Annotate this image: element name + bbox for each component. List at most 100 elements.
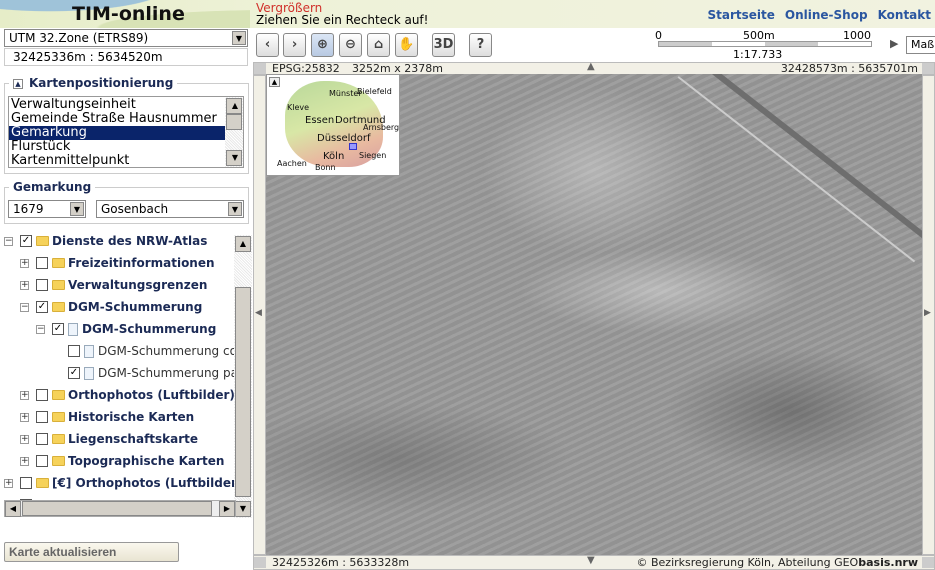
link-kontakt[interactable]: Kontakt bbox=[878, 8, 931, 22]
list-item[interactable]: Flurstück bbox=[9, 140, 243, 154]
scroll-thumb[interactable] bbox=[22, 501, 212, 516]
expand-icon[interactable]: + bbox=[20, 434, 29, 444]
expand-icon[interactable]: + bbox=[20, 456, 29, 466]
expand-icon[interactable]: + bbox=[20, 390, 29, 400]
layer-checkbox[interactable]: ✓ bbox=[20, 235, 32, 247]
refresh-map-button[interactable]: Karte aktualisieren bbox=[4, 542, 179, 562]
tree-node[interactable]: + Freizeitinformationen bbox=[20, 254, 215, 272]
list-item-selected[interactable]: Gemarkung bbox=[9, 126, 225, 140]
scroll-up-icon[interactable]: ▲ bbox=[235, 236, 251, 252]
expand-icon[interactable]: + bbox=[20, 412, 29, 422]
chevron-right-icon: › bbox=[291, 37, 298, 52]
pan-button[interactable]: ✋ bbox=[395, 33, 418, 57]
tree-node[interactable]: − ✓ DGM-Schummerung bbox=[36, 320, 216, 338]
scroll-right-icon[interactable]: ▶ bbox=[219, 501, 235, 517]
collapse-icon[interactable]: − bbox=[36, 324, 45, 334]
tree-node-label: Topographische Karten bbox=[68, 454, 225, 468]
3d-button[interactable]: 3D bbox=[432, 33, 455, 57]
layer-icon bbox=[84, 344, 94, 358]
map-bottom-left-coord: 32425326m : 5633328m bbox=[272, 556, 410, 569]
tree-node[interactable]: + Verwaltungsgrenzen bbox=[20, 276, 207, 294]
layer-checkbox[interactable]: ✓ bbox=[36, 301, 48, 313]
coordinate-field[interactable]: 32425336m : 5634520m bbox=[4, 48, 248, 66]
expand-icon[interactable]: + bbox=[20, 280, 29, 290]
home-button[interactable]: ⌂ bbox=[367, 33, 390, 57]
overview-city-label: Kleve bbox=[287, 103, 310, 112]
forward-button[interactable]: › bbox=[283, 33, 306, 57]
pan-northeast-icon[interactable] bbox=[922, 63, 934, 74]
link-startseite[interactable]: Startseite bbox=[708, 8, 775, 22]
expand-icon[interactable]: + bbox=[20, 258, 29, 268]
zoom-in-button[interactable]: ⊕ bbox=[311, 33, 334, 57]
tree-node[interactable]: + Orthophotos (Luftbilder) bbox=[20, 386, 235, 404]
tree-node[interactable]: DGM-Schummerung co bbox=[68, 342, 237, 360]
measure-select[interactable]: Maß bbox=[906, 36, 935, 54]
map-road bbox=[677, 74, 922, 263]
help-button[interactable]: ? bbox=[469, 33, 492, 57]
magnifier-minus-icon: ⊖ bbox=[345, 37, 356, 52]
pan-southwest-icon[interactable] bbox=[254, 557, 266, 568]
layer-checkbox[interactable] bbox=[36, 411, 48, 423]
list-scrollbar[interactable]: ▲ ▼ bbox=[225, 97, 243, 167]
tree-horizontal-scrollbar[interactable]: ◀ ▶ bbox=[4, 500, 236, 517]
overview-city-label: Bielefeld bbox=[357, 87, 392, 96]
tree-node[interactable]: + [€] Orthophotos (Luftbilder bbox=[4, 474, 237, 492]
pan-east-icon[interactable]: ▶ bbox=[924, 308, 931, 318]
gemarkung-name-select[interactable]: Gosenbach ▼ bbox=[96, 200, 244, 218]
scroll-thumb[interactable] bbox=[226, 114, 242, 130]
positioning-title: Kartenpositionierung bbox=[29, 76, 174, 90]
expand-arrow-icon[interactable]: ▶ bbox=[890, 37, 898, 50]
layer-checkbox[interactable] bbox=[20, 477, 32, 489]
collapse-icon[interactable]: − bbox=[20, 302, 29, 312]
pan-south-icon[interactable]: ▼ bbox=[587, 555, 595, 566]
list-item[interactable]: Kartenmittelpunkt bbox=[9, 154, 243, 168]
hand-icon: ✋ bbox=[398, 37, 415, 52]
scroll-left-icon[interactable]: ◀ bbox=[5, 501, 21, 517]
back-button[interactable]: ‹ bbox=[256, 33, 279, 57]
layer-checkbox[interactable] bbox=[36, 455, 48, 467]
layer-checkbox[interactable] bbox=[36, 389, 48, 401]
layer-checkbox[interactable] bbox=[36, 433, 48, 445]
folder-icon bbox=[52, 390, 65, 400]
tree-node[interactable]: − ✓ Dienste des NRW-Atlas bbox=[4, 232, 207, 250]
gemarkung-number-select[interactable]: 1679 ▼ bbox=[8, 200, 86, 218]
collapse-icon[interactable]: ▲ bbox=[13, 78, 23, 89]
layer-checkbox[interactable]: ✓ bbox=[52, 323, 64, 335]
tree-node[interactable]: + Topographische Karten bbox=[20, 452, 224, 470]
expand-icon[interactable]: + bbox=[4, 478, 13, 488]
pan-southeast-icon[interactable] bbox=[922, 557, 934, 568]
link-online-shop[interactable]: Online-Shop bbox=[785, 8, 868, 22]
overview-city-label: Aachen bbox=[277, 159, 307, 168]
chevron-down-icon: ▼ bbox=[232, 31, 246, 45]
tree-node[interactable]: − ✓ DGM-Schummerung bbox=[20, 298, 202, 316]
zoom-out-button[interactable]: ⊖ bbox=[339, 33, 362, 57]
pan-north-icon[interactable]: ▲ bbox=[587, 61, 595, 72]
layer-checkbox[interactable] bbox=[68, 345, 80, 357]
tree-node[interactable]: ✓ DGM-Schummerung pa bbox=[68, 364, 238, 382]
crs-select[interactable]: UTM 32.Zone (ETRS89) ▼ bbox=[4, 29, 248, 47]
overview-map[interactable]: ▲ Münster Bielefeld Kleve Essen Dortmund Düss… bbox=[266, 74, 400, 176]
crs-select-value: UTM 32.Zone (ETRS89) bbox=[9, 31, 149, 45]
scale-bar-graphic bbox=[658, 41, 872, 47]
collapse-overview-icon[interactable]: ▲ bbox=[269, 77, 280, 87]
tree-node[interactable]: + Liegenschaftskarte bbox=[20, 430, 198, 448]
scroll-thumb[interactable] bbox=[235, 287, 251, 497]
list-item[interactable]: Verwaltungseinheit bbox=[9, 98, 243, 112]
collapse-icon[interactable]: − bbox=[4, 236, 13, 246]
tree-node-label: DGM-Schummerung bbox=[68, 300, 203, 314]
positioning-list[interactable]: Verwaltungseinheit Gemeinde Straße Hausn… bbox=[8, 96, 244, 168]
layer-checkbox[interactable] bbox=[36, 257, 48, 269]
scroll-up-icon[interactable]: ▲ bbox=[226, 98, 242, 114]
pan-northwest-icon[interactable] bbox=[254, 63, 266, 74]
scale-ratio: 1:17.733 bbox=[733, 48, 783, 61]
pan-west-icon[interactable]: ◀ bbox=[255, 308, 262, 318]
tree-node[interactable]: + Historische Karten bbox=[20, 408, 194, 426]
list-item[interactable]: Gemeinde Straße Hausnummer bbox=[9, 112, 243, 126]
scroll-down-icon[interactable]: ▼ bbox=[235, 501, 251, 517]
chevron-left-icon: ‹ bbox=[264, 37, 271, 52]
layer-checkbox[interactable] bbox=[36, 279, 48, 291]
tree-vertical-scrollbar[interactable]: ▲ ▼ bbox=[234, 235, 252, 518]
overview-city-label: Siegen bbox=[359, 151, 387, 160]
scroll-down-icon[interactable]: ▼ bbox=[226, 150, 242, 166]
layer-checkbox[interactable]: ✓ bbox=[68, 367, 80, 379]
